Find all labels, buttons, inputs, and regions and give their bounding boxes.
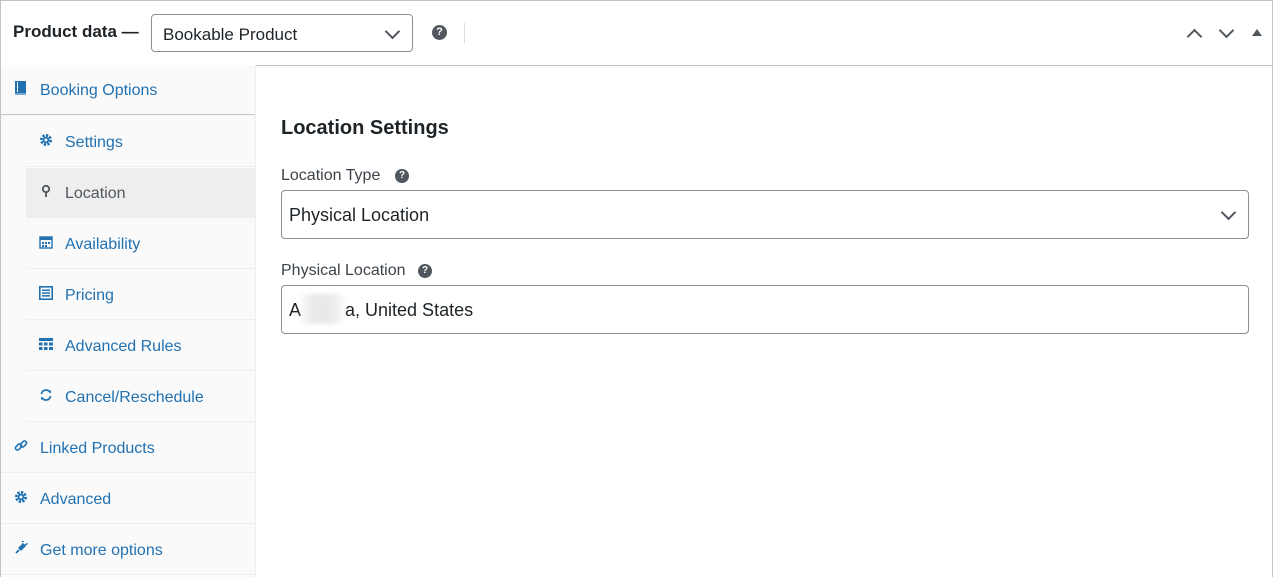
product-type-select[interactable]: Bookable Product: [151, 14, 413, 52]
tab-label: Settings: [65, 134, 123, 151]
tab-label: Pricing: [65, 287, 114, 304]
location-value-suffix: a, United States: [345, 300, 474, 320]
gear-icon: [39, 133, 53, 147]
tab-location[interactable]: Location: [26, 168, 255, 218]
product-data-tabs: Booking Options Settings Location Availa…: [1, 65, 256, 577]
tab-label: Availability: [65, 236, 141, 253]
tab-advanced[interactable]: Advanced: [1, 474, 255, 524]
product-type-value: Bookable Product: [163, 25, 298, 44]
tab-label: Cancel/Reschedule: [65, 389, 204, 406]
plugin-icon: [14, 541, 28, 555]
tab-get-more-options[interactable]: Get more options: [1, 525, 255, 575]
list-icon: [39, 286, 53, 300]
location-type-value: Physical Location: [289, 205, 430, 225]
collapse-toggle-icon[interactable]: [1252, 29, 1262, 36]
tab-label: Linked Products: [40, 440, 155, 457]
book-icon: [14, 81, 28, 95]
tab-settings[interactable]: Settings: [26, 117, 255, 167]
redaction-blur: [300, 294, 344, 324]
help-icon[interactable]: ?: [432, 25, 447, 40]
calendar-icon: [39, 235, 53, 249]
physical-location-input[interactable]: Aa, United States: [281, 285, 1249, 334]
map-pin-icon: [39, 184, 53, 198]
section-title: Location Settings: [281, 117, 449, 139]
tab-booking-options[interactable]: Booking Options: [1, 65, 255, 115]
tab-label: Get more options: [40, 542, 163, 559]
tab-label: Booking Options: [40, 82, 158, 99]
panel-header: Product data — Bookable Product ?: [1, 1, 1272, 66]
gear-icon: [14, 490, 28, 504]
location-type-select[interactable]: Physical Location: [281, 190, 1249, 239]
panel-title: Product data —: [13, 22, 139, 41]
tab-linked-products[interactable]: Linked Products: [1, 423, 255, 473]
grid-icon: [39, 337, 53, 351]
product-data-panel: Product data — Bookable Product ? Bookin…: [0, 0, 1273, 577]
location-settings-panel: Location Settings Location Type ? Physic…: [256, 65, 1272, 577]
physical-location-label: Physical Location: [281, 262, 406, 279]
tab-advanced-rules[interactable]: Advanced Rules: [26, 321, 255, 371]
header-divider: [464, 23, 465, 43]
chevron-up-icon: [1186, 28, 1203, 45]
move-down-button[interactable]: [1215, 22, 1237, 45]
link-icon: [14, 439, 28, 453]
tab-label: Advanced: [40, 491, 112, 508]
tab-availability[interactable]: Availability: [26, 219, 255, 269]
chevron-down-icon: [384, 23, 401, 40]
tab-pricing[interactable]: Pricing: [26, 270, 255, 320]
tab-label: Location: [65, 185, 126, 202]
chevron-down-icon: [1218, 22, 1235, 39]
location-type-label: Location Type: [281, 167, 381, 184]
tab-label: Advanced Rules: [65, 338, 182, 355]
tab-cancel-reschedule[interactable]: Cancel/Reschedule: [26, 372, 255, 422]
refresh-icon: [39, 388, 53, 402]
help-icon[interactable]: ?: [395, 169, 409, 183]
move-up-button[interactable]: [1183, 23, 1205, 45]
chevron-down-icon: [1220, 204, 1237, 221]
help-icon[interactable]: ?: [418, 264, 432, 278]
